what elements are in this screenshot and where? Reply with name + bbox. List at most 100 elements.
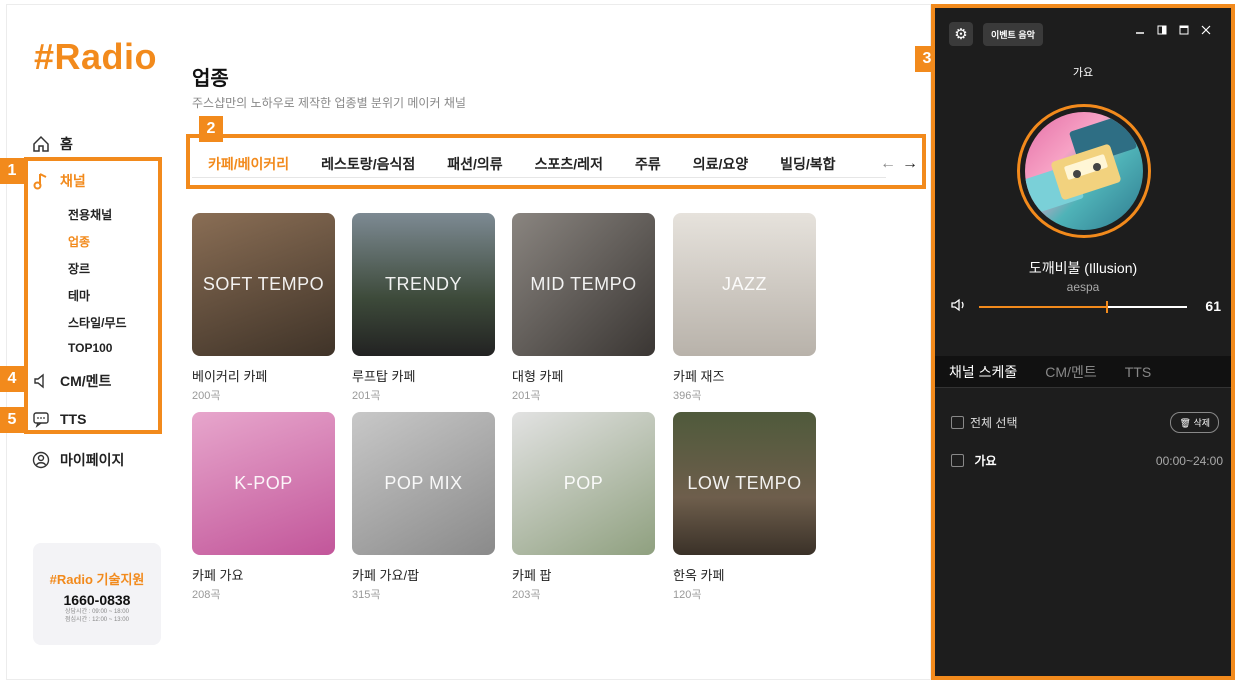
channel-card[interactable]: TRENDY 루프탑 카페 201곡 <box>352 213 495 403</box>
trash-icon: 🗑 <box>1179 418 1191 428</box>
checkbox-icon <box>951 415 964 429</box>
minimize-icon[interactable] <box>1135 24 1145 38</box>
card-thumbnail: K-POP <box>192 412 335 555</box>
nav-tts[interactable]: TTS <box>32 410 86 428</box>
tab-restaurant[interactable]: 레스토랑/음식점 <box>321 154 415 180</box>
nav-home-label: 홈 <box>60 136 73 152</box>
support-phone: 1660-0838 <box>63 592 131 608</box>
album-art-ring <box>1017 104 1151 238</box>
music-note-icon <box>32 172 50 190</box>
delete-button[interactable]: 🗑 삭제 <box>1170 412 1219 433</box>
card-thumbnail: POP MIX <box>352 412 495 555</box>
nav-mypage[interactable]: 마이페이지 <box>32 450 124 470</box>
home-icon <box>32 135 50 153</box>
select-all-row: 전체 선택 🗑 삭제 <box>951 412 1219 433</box>
album-art <box>1025 112 1143 230</box>
channel-card[interactable]: POP 카페 팝 203곡 <box>512 412 655 602</box>
channel-card[interactable]: K-POP 카페 가요 208곡 <box>192 412 335 602</box>
tab-tts[interactable]: TTS <box>1125 364 1151 380</box>
card-thumbnail: POP <box>512 412 655 555</box>
sub-item-top100[interactable]: TOP100 <box>68 341 112 355</box>
arrow-right-icon[interactable]: → <box>902 155 918 173</box>
sub-item-style-mood[interactable]: 스타일/무드 <box>68 314 127 331</box>
card-thumb-label: TRENDY <box>384 274 462 294</box>
select-all-checkbox[interactable]: 전체 선택 <box>951 414 1018 432</box>
tab-building[interactable]: 빌딩/복합 <box>780 154 835 180</box>
sub-item-genre[interactable]: 장르 <box>68 260 90 277</box>
nav-tts-label: TTS <box>60 411 87 427</box>
card-count: 396곡 <box>673 390 702 402</box>
tab-cm-ment[interactable]: CM/멘트 <box>1045 362 1096 382</box>
tab-sports[interactable]: 스포츠/레저 <box>535 154 603 180</box>
volume-icon[interactable] <box>951 298 967 315</box>
channel-card[interactable]: MID TEMPO 대형 카페 201곡 <box>512 213 655 403</box>
volume-handle[interactable] <box>1105 301 1108 313</box>
chat-bubble-icon <box>32 410 50 428</box>
card-name: 카페 가요/팝 <box>352 568 420 583</box>
player-tabs: 채널 스케줄 CM/멘트 TTS <box>935 356 1231 388</box>
card-thumbnail: TRENDY <box>352 213 495 356</box>
support-title: #Radio 기술지원 <box>49 572 145 587</box>
card-count: 201곡 <box>512 390 541 402</box>
schedule-time: 00:00~24:00 <box>1155 454 1223 468</box>
channel-card[interactable]: LOW TEMPO 한옥 카페 120곡 <box>673 412 816 602</box>
schedule-checkbox[interactable] <box>951 454 964 467</box>
sub-item-theme[interactable]: 테마 <box>68 287 90 304</box>
card-name: 루프탑 카페 <box>352 369 416 384</box>
card-thumbnail: LOW TEMPO <box>673 412 816 555</box>
card-name: 카페 재즈 <box>673 369 725 384</box>
volume-slider[interactable] <box>979 301 1187 313</box>
channel-card[interactable]: POP MIX 카페 가요/팝 315곡 <box>352 412 495 602</box>
tab-fashion[interactable]: 패션/의류 <box>447 154 502 180</box>
card-count: 120곡 <box>673 589 702 601</box>
card-name: 카페 팝 <box>512 568 552 583</box>
support-hours: 상담시간 : 09:00 ~ 18:00 <box>65 609 129 615</box>
player-toolbar: ⚙ 이벤트 음악 <box>949 22 1043 46</box>
sub-item-industry[interactable]: 업종 <box>68 233 90 250</box>
close-icon[interactable] <box>1201 24 1211 38</box>
card-name: 한옥 카페 <box>673 568 725 583</box>
gear-icon[interactable]: ⚙ <box>949 22 973 46</box>
card-thumbnail: JAZZ <box>673 213 816 356</box>
schedule-row[interactable]: 가요 00:00~24:00 <box>951 452 1223 470</box>
volume-control: 61 <box>951 298 1221 318</box>
nav-cm-label: CM/멘트 <box>60 373 112 389</box>
tab-cafe-bakery[interactable]: 카페/베이커리 <box>208 154 289 180</box>
user-icon <box>32 451 50 469</box>
card-count: 315곡 <box>352 589 381 601</box>
badge-1: 1 <box>0 158 24 184</box>
window-controls <box>1135 24 1211 38</box>
page-title: 업종 <box>192 68 229 90</box>
maximize-icon[interactable] <box>1179 24 1189 38</box>
delete-label: 삭제 <box>1193 418 1210 428</box>
event-music-button[interactable]: 이벤트 음악 <box>983 22 1043 46</box>
tab-channel-schedule[interactable]: 채널 스케줄 <box>949 362 1017 382</box>
card-thumbnail: MID TEMPO <box>512 213 655 356</box>
nav-channel-label: 채널 <box>60 173 86 189</box>
badge-4: 4 <box>0 366 24 392</box>
tab-medical[interactable]: 의료/요양 <box>693 154 748 180</box>
card-count: 208곡 <box>192 589 221 601</box>
speaker-icon <box>32 372 50 390</box>
nav-mypage-label: 마이페이지 <box>60 452 125 468</box>
channel-card[interactable]: JAZZ 카페 재즈 396곡 <box>673 213 816 403</box>
nav-home[interactable]: 홈 <box>32 134 73 154</box>
nav-cm[interactable]: CM/멘트 <box>32 371 111 391</box>
channel-card[interactable]: SOFT TEMPO 베이커리 카페 200곡 <box>192 213 335 403</box>
arrow-left-icon[interactable]: ← <box>880 155 896 173</box>
support-box: #Radio 기술지원 1660-0838 상담시간 : 09:00 ~ 18:… <box>33 543 161 645</box>
tab-arrows: ← → <box>880 155 918 173</box>
card-thumbnail: SOFT TEMPO <box>192 213 335 356</box>
card-name: 베이커리 카페 <box>192 369 268 384</box>
volume-fill <box>979 306 1106 308</box>
card-thumb-label: K-POP <box>234 473 293 493</box>
half-window-icon[interactable] <box>1157 24 1167 38</box>
card-thumb-label: SOFT TEMPO <box>202 274 325 294</box>
nav-channel[interactable]: 채널 <box>32 171 86 191</box>
schedule-name: 가요 <box>974 454 997 468</box>
card-thumb-label: MID TEMPO <box>530 274 637 294</box>
logo[interactable]: #Radio <box>34 36 157 78</box>
song-title: 도깨비불 (Illusion) <box>1028 260 1138 276</box>
sub-item-dedicated[interactable]: 전용채널 <box>68 206 112 223</box>
tab-liquor[interactable]: 주류 <box>635 154 661 180</box>
